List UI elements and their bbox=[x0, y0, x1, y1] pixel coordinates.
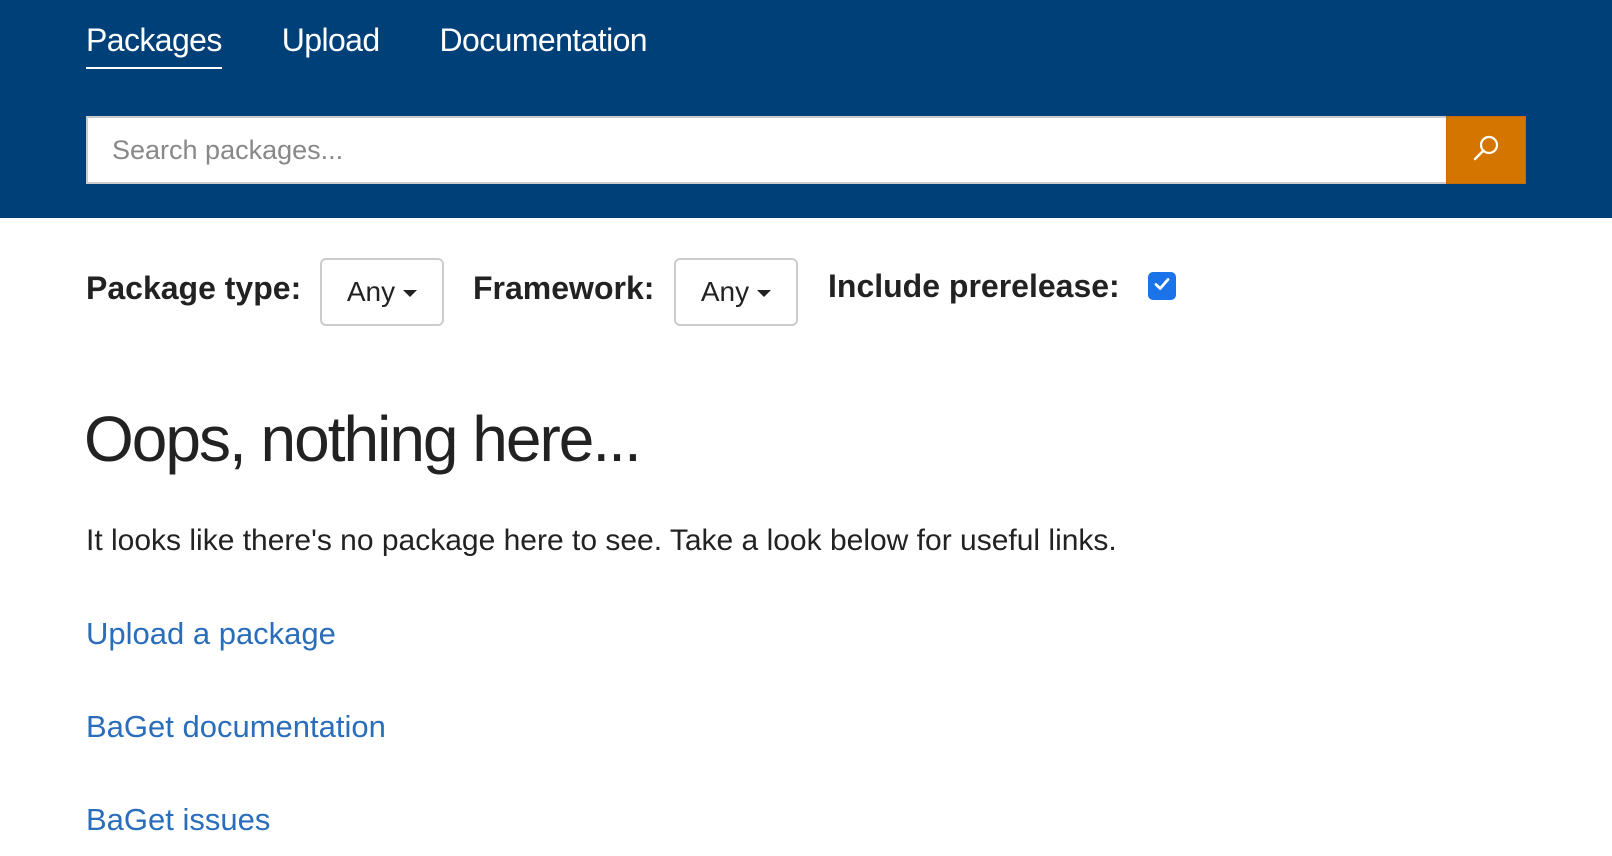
top-nav: Packages Upload Documentation bbox=[86, 20, 707, 69]
search-input[interactable] bbox=[86, 116, 1446, 184]
nav-upload-link[interactable]: Upload bbox=[282, 20, 380, 69]
prerelease-checkbox[interactable] bbox=[1148, 272, 1176, 300]
package-type-label: Package type: bbox=[86, 270, 302, 306]
baget-documentation-link[interactable]: BaGet documentation bbox=[86, 709, 386, 745]
search-button[interactable] bbox=[1446, 116, 1526, 184]
empty-state-message: It looks like there's no package here to… bbox=[86, 524, 1117, 557]
search-bar bbox=[86, 116, 1526, 184]
empty-state-title: Oops, nothing here... bbox=[84, 403, 642, 475]
framework-dropdown[interactable]: Any bbox=[674, 258, 798, 326]
framework-label: Framework: bbox=[473, 270, 655, 306]
upload-package-link[interactable]: Upload a package bbox=[86, 616, 336, 652]
package-type-value: Any bbox=[346, 276, 396, 307]
prerelease-label: Include prerelease: bbox=[828, 268, 1120, 304]
baget-issues-link[interactable]: BaGet issues bbox=[86, 802, 270, 838]
package-type-dropdown[interactable]: Any bbox=[320, 258, 444, 326]
nav-documentation-link[interactable]: Documentation bbox=[440, 20, 648, 69]
framework-value: Any bbox=[700, 276, 750, 307]
site-header: Packages Upload Documentation bbox=[0, 0, 1612, 218]
nav-packages-link[interactable]: Packages bbox=[86, 20, 222, 69]
checkmark-icon bbox=[1152, 274, 1172, 299]
caret-down-icon bbox=[757, 289, 772, 297]
caret-down-icon bbox=[403, 289, 418, 297]
search-icon bbox=[1471, 133, 1501, 168]
filters-bar: Package type: Any Framework: Any Include… bbox=[86, 258, 1526, 326]
